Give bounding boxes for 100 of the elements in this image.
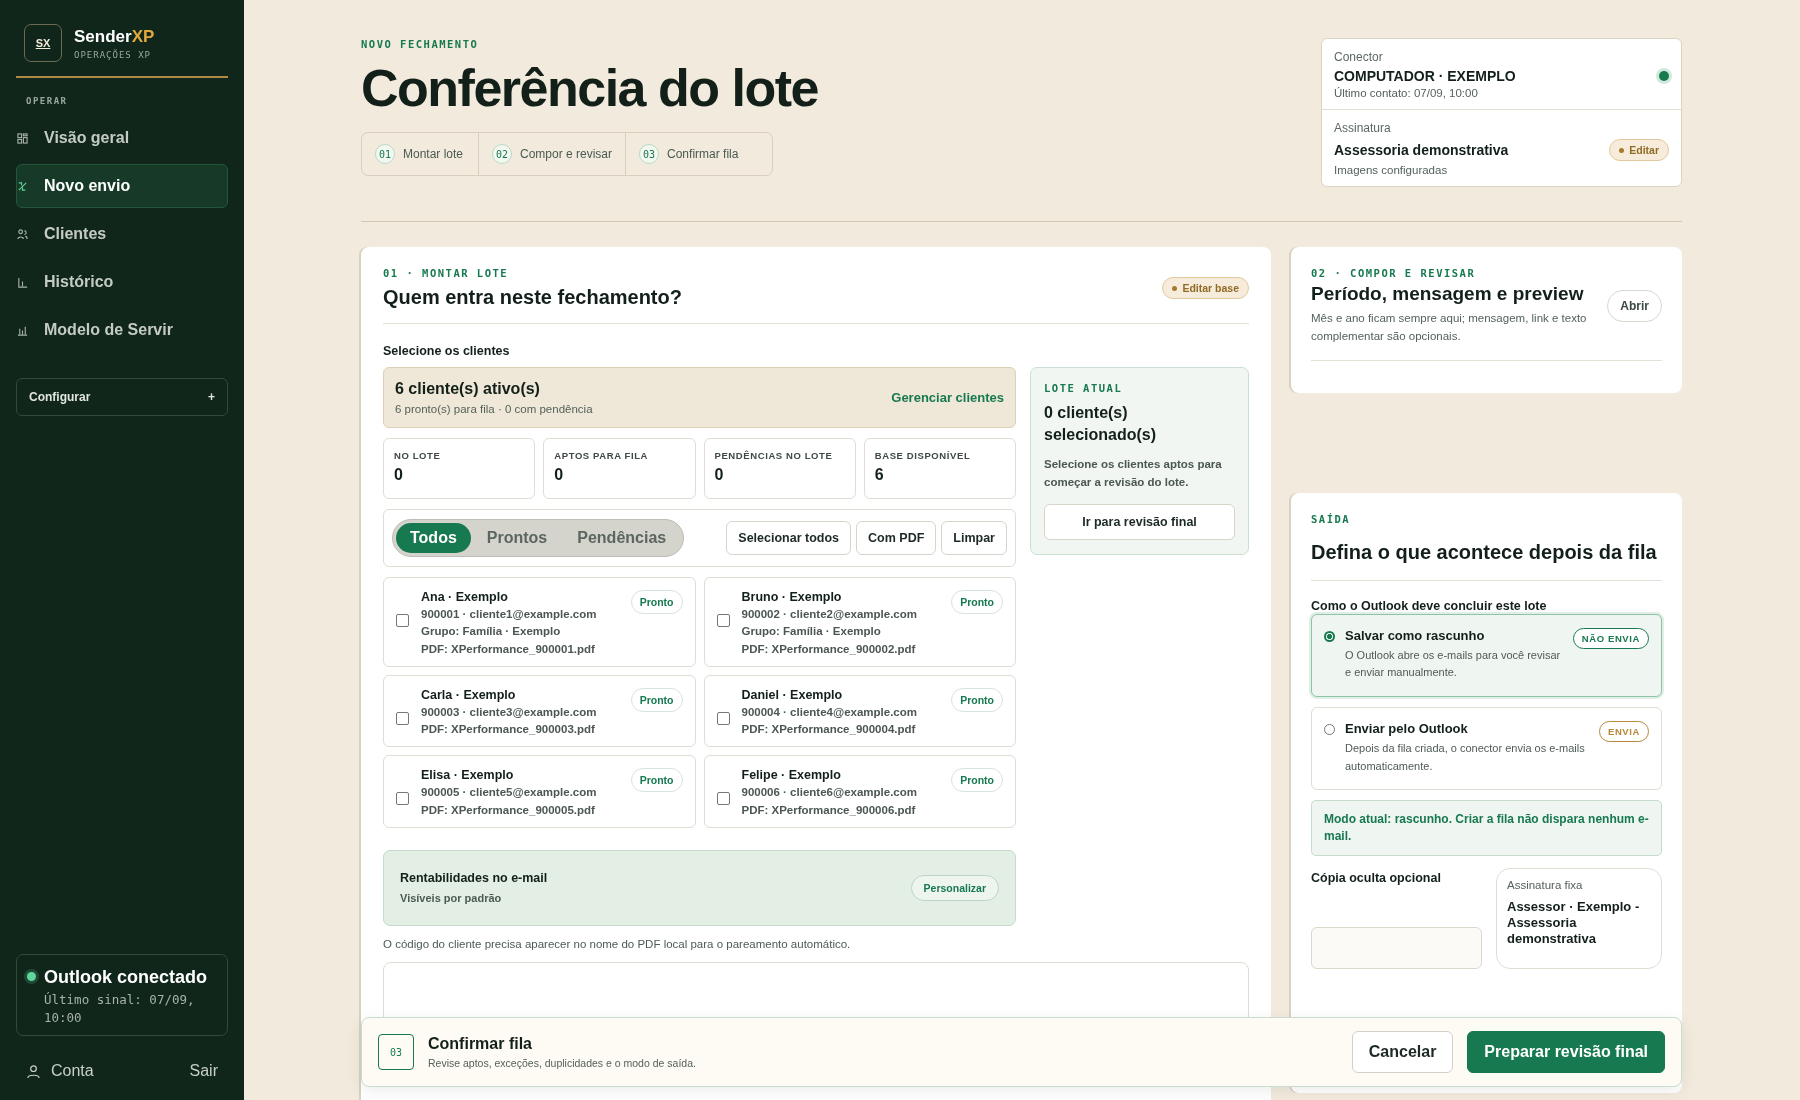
customize-button[interactable]: Personalizar (910, 874, 999, 901)
filter-tab[interactable]: Prontos (472, 523, 562, 553)
nav-item[interactable]: Novo envio (16, 164, 228, 208)
swap-icon (17, 180, 28, 192)
field-label: Como o Outlook deve concluir este lote (1311, 598, 1548, 613)
bar-chart-icon (17, 324, 28, 336)
stat-value: 6 (874, 466, 885, 484)
page-title: Conferência do lote (361, 58, 818, 118)
section-description: Mês e ano ficam sempre aqui; mensagem, link e texto complementar são opcionais. (1311, 311, 1588, 345)
section-title: Quem entra neste fechamento? (383, 286, 682, 309)
cancel-button[interactable]: Cancelar (1351, 1031, 1454, 1073)
checkbox[interactable] (716, 792, 730, 806)
signature-label: Assinatura fixa (1507, 878, 1584, 891)
input-field[interactable] (1311, 926, 1482, 969)
signature-name: Assessoria demonstrativa (1334, 142, 1509, 158)
client-pdf: PDF: XPerformance_900004.pdf (741, 722, 917, 737)
option-description: O Outlook abre os e-mails para você revisar e enviar manualmente. (1345, 647, 1562, 681)
returns-title: Rentabilidades no e-mail (400, 871, 548, 886)
client-contact: 900006 · cliente6@example.com (741, 785, 918, 801)
client-contact: 900005 · cliente5@example.com (421, 785, 598, 801)
brand-name: SenderXP (74, 26, 155, 47)
summary-title: 6 cliente(s) ativo(s) (395, 380, 541, 398)
checkbox[interactable] (396, 711, 409, 725)
field-label: Cópia oculta opcional (1311, 870, 1442, 885)
step-link[interactable]: 03 Confirmar fila (625, 133, 773, 175)
help-text: O código do cliente precisa aparecer no nome do PDF local para o pareamento automático. (383, 937, 852, 950)
checkbox[interactable] (716, 614, 730, 627)
checkbox[interactable] (396, 792, 409, 806)
nav-item[interactable]: Visão geral (16, 116, 228, 160)
option-badge: NÃO ENVIA (1572, 627, 1649, 649)
filter-tab[interactable]: Pendências (563, 523, 681, 553)
connector-name: COMPUTADOR · EXEMPLO (1334, 68, 1516, 84)
client-pdf: PDF: XPerformance_900002.pdf (741, 641, 917, 657)
signature-text: Assessor · Exemplo - Assessoria demonstrativa (1507, 898, 1641, 948)
logo-icon: SX (24, 24, 62, 62)
primary-button[interactable]: Preparar revisão final (1467, 1031, 1665, 1073)
final-review-button[interactable]: Ir para revisão final (1044, 503, 1235, 540)
client-contact: 900002 · cliente2@example.com (741, 607, 918, 622)
mode-notice: Modo atual: rascunho. Criar a fila não dispara nenhum e-mail. (1311, 800, 1662, 856)
configure-button[interactable]: Configurar + (16, 378, 228, 416)
grid-icon (17, 132, 28, 144)
client-pdf: PDF: XPerformance_900001.pdf (421, 641, 596, 657)
confirm-title: Confirmar fila (428, 1035, 533, 1053)
output-option[interactable]: Salvar como rascunho O Outlook abre os e-mails para você revisar e enviar manualmente. NÃO ENVIA (1311, 613, 1662, 697)
logout-link[interactable]: Sair (189, 1062, 218, 1080)
section-title: Defina o que acontece depois da fila (1311, 539, 1658, 565)
nav-item[interactable]: Histórico (16, 260, 228, 304)
nav-item[interactable]: Clientes (16, 212, 228, 256)
client-group: Grupo: Família · Exemplo (421, 623, 619, 641)
option-description: Depois da fila criada, o conector envia os e-mails automaticamente. (1345, 740, 1586, 774)
connector-label: Conector (1334, 50, 1384, 64)
client-name: Ana · Exemplo (421, 590, 509, 604)
checkbox[interactable] (716, 711, 730, 725)
confirm-detail: Revise aptos, exceções, duplicidades e o modo de saída. (428, 1057, 697, 1069)
client-name: Elisa · Exemplo (421, 768, 515, 783)
client-name: Felipe · Exemplo (741, 768, 842, 783)
client-name: Bruno · Exemplo (741, 590, 843, 604)
account-link[interactable]: Conta (26, 1062, 94, 1080)
action-button[interactable]: Selecionar todos (726, 521, 852, 555)
step-number: 03 (378, 1034, 414, 1070)
panel-eyebrow: LOTE ATUAL (1044, 382, 1124, 394)
edit-base-button[interactable]: Editar base (1162, 277, 1249, 299)
option-title: Enviar pelo Outlook (1345, 720, 1469, 736)
client-name: Daniel · Exemplo (741, 687, 844, 702)
action-button[interactable]: Limpar (941, 521, 1007, 555)
client-pdf: PDF: XPerformance_900003.pdf (421, 722, 596, 737)
section-title: Período, mensagem e preview (1311, 283, 1585, 305)
client-pdf: PDF: XPerformance_900006.pdf (741, 802, 917, 818)
client-name: Carla · Exemplo (421, 687, 517, 702)
status-detail: Último sinal: 07/09, 10:00 (44, 991, 196, 1026)
nav-item[interactable]: Modelo de Servir (16, 308, 228, 352)
option-badge: ENVIA (1598, 720, 1649, 742)
stat-label: APTOS PARA FILA (554, 450, 650, 461)
people-icon (17, 228, 28, 240)
panel-detail: Selecione os clientes aptos para começar a revisão do lote. (1044, 456, 1223, 491)
section-label: OPERAR (26, 96, 69, 106)
open-button[interactable]: Abrir (1607, 290, 1662, 323)
panel-title: 0 cliente(s) selecionado(s) (1044, 403, 1158, 446)
section-eyebrow: SAÍDA (1311, 512, 1352, 525)
filter-tab[interactable]: Todos (396, 523, 471, 553)
page-eyebrow: NOVO FECHAMENTO (361, 38, 480, 50)
edit-button[interactable]: Editar (1609, 139, 1669, 161)
client-pdf: PDF: XPerformance_900005.pdf (421, 802, 596, 818)
stat-label: PENDÊNCIAS NO LOTE (714, 450, 834, 461)
stat-value: 0 (554, 466, 565, 484)
client-group: Grupo: Família · Exemplo (741, 623, 940, 641)
manage-clients-link[interactable]: Gerenciar clientes (891, 390, 1004, 405)
step-link[interactable]: 02 Compor e revisar (478, 133, 626, 175)
connector-detail: Último contato: 07/09, 10:00 (1334, 87, 1479, 99)
radio-button[interactable] (1324, 723, 1335, 735)
client-contact: 900001 · cliente1@example.com (421, 607, 598, 622)
radio-button[interactable] (1324, 630, 1335, 642)
checkbox[interactable] (396, 614, 409, 627)
client-contact: 900004 · cliente4@example.com (741, 704, 918, 720)
action-button[interactable]: Com PDF (856, 521, 937, 555)
status-title: Outlook conectado (44, 967, 208, 988)
step-link[interactable]: 01 Montar lote (362, 133, 478, 175)
signature-detail: Imagens configuradas (1334, 164, 1449, 176)
output-option[interactable]: Enviar pelo Outlook Depois da fila criada, o conector envia os e-mails automaticamente. ENVIA (1311, 706, 1662, 791)
summary-detail: 6 pronto(s) para fila · 0 com pendência (395, 403, 593, 415)
